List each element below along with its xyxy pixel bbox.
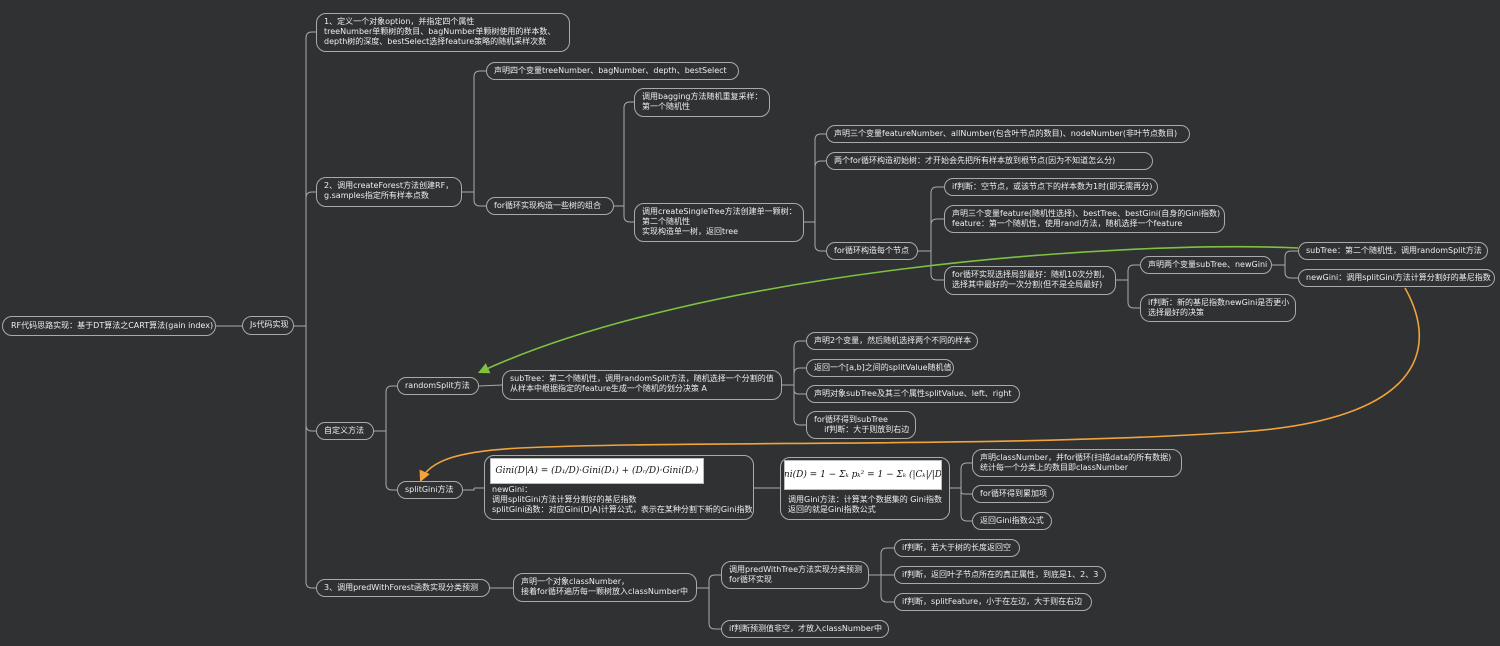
connector-16-0 <box>869 547 894 576</box>
connector-16-2 <box>869 574 894 603</box>
connector-2-0 <box>462 70 486 193</box>
gini-formula: Gini(D) = 1 − Σₖ pₖ² = 1 − Σₖ (|Cₖ|/|D|)… <box>784 460 942 490</box>
random-split-method-node[interactable]: randomSplit方法 <box>397 377 479 395</box>
declare-feature-besttree-node[interactable]: 声明三个变量feature(随机性选择)、bestTree、bestGini(自… <box>944 205 1225 233</box>
declare-four-vars-node[interactable]: 声明四个变量treeNumber、bagNumber、depth、bestSel… <box>486 62 739 80</box>
connector-7-0 <box>1272 250 1298 266</box>
connector-10-3 <box>782 384 806 426</box>
connector-7-1 <box>1272 264 1298 279</box>
connector-6-1 <box>1116 279 1140 309</box>
pred-with-tree-node[interactable]: 调用predWithTree方法实现分类预测 for循环实现 <box>721 561 869 589</box>
connector-5-1 <box>918 218 944 252</box>
build-each-node-loop[interactable]: for循环构造每个节点 <box>826 242 918 260</box>
create-single-tree-node[interactable]: 调用createSingleTree方法创建单一颗树： 第二个随机性 实现构造单… <box>634 203 804 242</box>
declare-class-number-node[interactable]: 声明一个对象classNumber， 接着for循环遍历每一颗树放入classN… <box>513 573 697 602</box>
declare-feature-number-node[interactable]: 声明三个变量featureNumber、allNumber(包含叶节点的数目)、… <box>826 125 1190 143</box>
subtree-loop-node[interactable]: for循环得到subTree if判断：大于则放到右边 <box>806 411 916 439</box>
root-node[interactable]: RF代码思路实现：基于DT算法之CART算法(gain index) <box>2 316 216 336</box>
step2-create-forest-node[interactable]: 2、调用createForest方法创建RF， g.samples指定所有样本点… <box>316 177 462 207</box>
return-split-value-node[interactable]: 返回一个[a,b]之间的splitValue随机值 <box>806 359 954 377</box>
connector-4-1 <box>804 160 826 223</box>
mind-map-canvas: RF代码思路实现：基于DT算法之CART算法(gain index) Js代码实… <box>0 0 1500 646</box>
connector-1-0 <box>294 31 316 327</box>
subtree-random-split-node[interactable]: subTree：第二个随机性，调用randomSplit方法 <box>1298 242 1488 260</box>
custom-methods-node[interactable]: 自定义方法 <box>316 422 374 440</box>
connector-11-0 <box>463 487 484 491</box>
connector-4-2 <box>804 221 826 252</box>
connector-3-0 <box>614 101 634 207</box>
declare-subtree-object-node[interactable]: 声明对象subTree及其三个属性splitValue、left、right <box>806 385 1020 403</box>
connector-6-0 <box>1116 264 1140 281</box>
declare-subtree-newgini-node[interactable]: 声明两个变量subTree、newGini <box>1140 256 1272 274</box>
leaf-attribute-check-node[interactable]: if判断，返回叶子节点所在的真正属性，到底是1、2、3 <box>894 566 1106 584</box>
connector-2-1 <box>462 191 486 207</box>
connector-8-0 <box>374 385 397 432</box>
connector-13-2 <box>950 487 972 522</box>
local-best-loop-node[interactable]: for循环实现选择局部最好：随机10次分割， 选择其中最好的一次分割(但不是全局… <box>944 266 1116 295</box>
return-gini-node[interactable]: 返回Gini指数公式 <box>972 512 1052 530</box>
accumulate-loop-node[interactable]: for循环得到累加项 <box>972 485 1054 503</box>
bagging-node[interactable]: 调用bagging方法随机重复采样： 第一个随机性 <box>634 88 770 117</box>
step3-pred-forest-node[interactable]: 3、调用predWithForest函数实现分类预测 <box>316 579 490 597</box>
declare-two-samples-node[interactable]: 声明2个变量，然后随机选择两个不同的样本 <box>806 332 978 350</box>
connector-13-0 <box>950 462 972 489</box>
newgini-split-gini-node[interactable]: newGini：调用splitGini方法计算分割好的基尼指数 <box>1298 269 1495 287</box>
connector-15-1 <box>697 587 721 630</box>
connector-1-1 <box>294 191 316 327</box>
pred-non-empty-node[interactable]: if判断预测值非空，才放入classNumber中 <box>721 620 889 638</box>
step1-define-option-node[interactable]: 1、定义一个对象option，并指定四个属性 treeNumber单颗树的数目、… <box>316 13 570 52</box>
build-trees-loop-node[interactable]: for循环实现构造一些树的组合 <box>486 197 614 215</box>
tree-length-check-node[interactable]: if判断，若大于树的长度返回空 <box>894 539 1020 557</box>
connector-15-0 <box>697 574 721 589</box>
connector-1-3 <box>294 325 316 589</box>
class-number-count-node[interactable]: 声明classNumber，并for循环(扫描data的所有数据) 统计每一个分… <box>972 449 1182 477</box>
random-split-desc-node[interactable]: subTree：第二个随机性，调用randomSplit方法，随机选择一个分割的… <box>502 370 782 400</box>
gini-split-formula: Gini(D|A) = (D₁/D)·Gini(D₁) + (Dᵣ/D)·Gin… <box>490 458 704 484</box>
js-impl-node[interactable]: Js代码实现 <box>242 316 294 335</box>
connector-1-2 <box>294 325 316 432</box>
newgini-compare-node[interactable]: if判断：新的基尼指数newGini是否更小 选择最好的决策 <box>1140 294 1296 322</box>
connector-8-1 <box>374 430 397 491</box>
init-tree-loops-node[interactable]: 两个for循环构造初始树：才开始会先把所有样本放到根节点(因为不知道怎么分) <box>826 152 1153 170</box>
connector-9-0 <box>478 384 503 387</box>
connector-3-1 <box>614 205 634 223</box>
empty-node-check[interactable]: if判断：空节点，或该节点下的样本数为1时(即无需再分) <box>944 178 1158 196</box>
split-gini-method-node[interactable]: splitGini方法 <box>397 481 463 499</box>
split-feature-check-node[interactable]: if判断，splitFeature，小于在左边，大于则在右边 <box>894 593 1092 611</box>
